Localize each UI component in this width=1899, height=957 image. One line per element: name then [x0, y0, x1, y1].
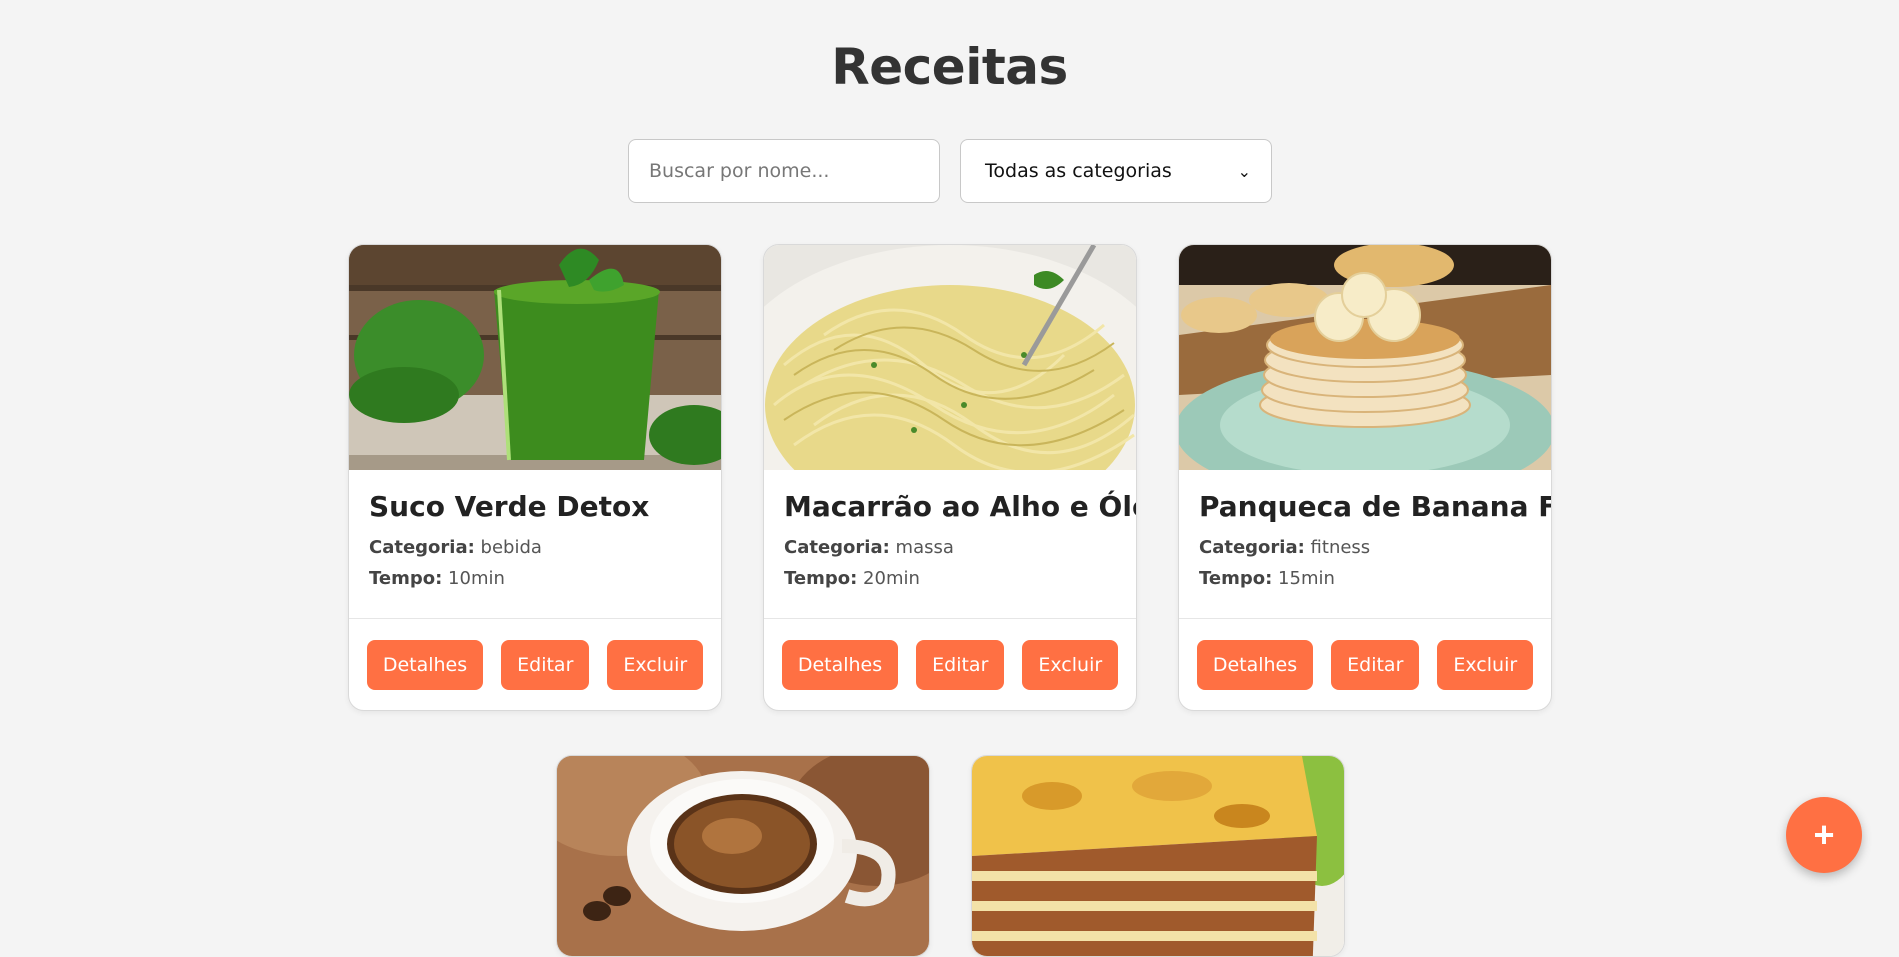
delete-button[interactable]: Excluir — [1437, 639, 1534, 690]
details-button[interactable]: Detalhes — [781, 639, 899, 690]
recipe-image — [1179, 245, 1551, 470]
recipe-title: Suco Verde Detox — [369, 490, 650, 523]
card-body: Suco Verde Detox Categoria: bebida Tempo… — [349, 470, 721, 618]
details-button[interactable]: Detalhes — [1196, 639, 1314, 690]
category-value: bebida — [480, 537, 542, 558]
chevron-down-icon: ⌄ — [1237, 161, 1251, 181]
search-input[interactable] — [628, 139, 940, 203]
edit-button[interactable]: Editar — [916, 639, 1005, 690]
card-body: Macarrão ao Alho e Óleo Categoria: massa… — [764, 470, 1136, 618]
recipe-time: Tempo: 20min — [784, 568, 1116, 589]
delete-button[interactable]: Excluir — [607, 639, 704, 690]
edit-button[interactable]: Editar — [501, 639, 590, 690]
time-label: Tempo: — [784, 568, 858, 589]
time-value: 20min — [863, 568, 920, 589]
recipe-time: Tempo: 15min — [1199, 568, 1531, 589]
category-value: fitness — [1310, 537, 1371, 558]
recipe-title: Panqueca de Banana Fit — [1199, 490, 1552, 523]
page-title: Receitas — [831, 38, 1068, 96]
time-label: Tempo: — [1199, 568, 1273, 589]
recipe-card: Panqueca de Banana Fit Categoria: fitnes… — [1178, 244, 1552, 711]
recipe-category: Categoria: bebida — [369, 537, 701, 558]
card-actions: Detalhes Editar Excluir — [1179, 618, 1551, 710]
recipe-title: Macarrão ao Alho e Óleo — [784, 490, 1137, 523]
card-actions: Detalhes Editar Excluir — [764, 618, 1136, 710]
time-value: 15min — [1278, 568, 1335, 589]
filters-bar: Todas as categorias ⌄ — [628, 139, 1272, 203]
recipe-time: Tempo: 10min — [369, 568, 701, 589]
card-actions: Detalhes Editar Excluir — [349, 618, 721, 710]
recipe-card — [556, 755, 930, 957]
recipe-card — [971, 755, 1345, 957]
recipe-image — [972, 756, 1344, 956]
recipe-category: Categoria: fitness — [1199, 537, 1531, 558]
recipe-image — [764, 245, 1136, 470]
category-select[interactable]: Todas as categorias ⌄ — [960, 139, 1272, 203]
recipe-card: Macarrão ao Alho e Óleo Categoria: massa… — [763, 244, 1137, 711]
time-label: Tempo: — [369, 568, 443, 589]
delete-button[interactable]: Excluir — [1022, 639, 1119, 690]
details-button[interactable]: Detalhes — [366, 639, 484, 690]
category-label: Categoria: — [369, 537, 475, 558]
category-select-value: Todas as categorias — [985, 160, 1172, 182]
recipe-image — [349, 245, 721, 470]
time-value: 10min — [448, 568, 505, 589]
recipe-card: Suco Verde Detox Categoria: bebida Tempo… — [348, 244, 722, 711]
card-body: Panqueca de Banana Fit Categoria: fitnes… — [1179, 470, 1551, 618]
recipe-category: Categoria: massa — [784, 537, 1116, 558]
add-recipe-button[interactable]: + — [1786, 797, 1862, 873]
category-value: massa — [895, 537, 954, 558]
category-label: Categoria: — [1199, 537, 1305, 558]
edit-button[interactable]: Editar — [1331, 639, 1420, 690]
recipe-image — [557, 756, 929, 956]
category-label: Categoria: — [784, 537, 890, 558]
